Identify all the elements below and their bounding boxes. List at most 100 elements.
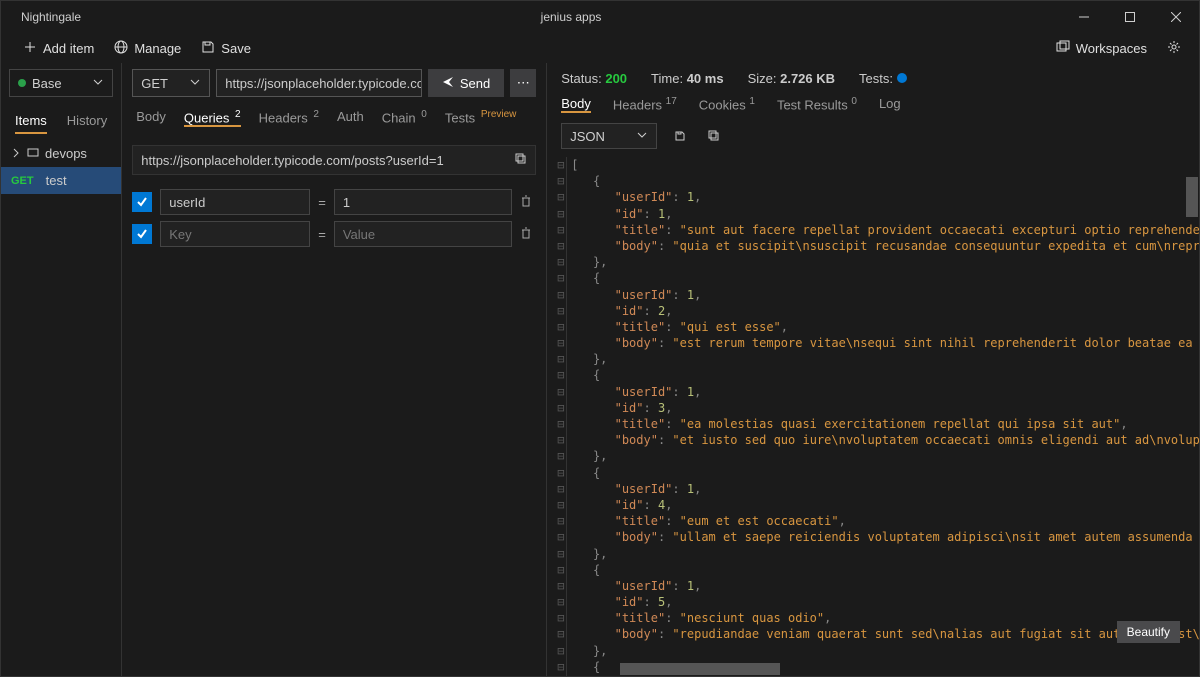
response-panel: Status: 200 Time: 40 ms Size: 2.726 KB T… bbox=[547, 63, 1199, 676]
copy-response-button[interactable] bbox=[703, 125, 725, 147]
param-value-input[interactable]: 1 bbox=[334, 189, 512, 215]
full-url-text: https://jsonplaceholder.typicode.com/pos… bbox=[141, 153, 443, 168]
tree-folder-devops[interactable]: devops bbox=[1, 140, 121, 167]
send-button[interactable]: Send bbox=[428, 69, 504, 97]
manage-button[interactable]: Manage bbox=[104, 34, 191, 62]
json-line: ⊟ "body": "ullam et saepe reiciendis vol… bbox=[557, 529, 1199, 545]
minimize-button[interactable] bbox=[1061, 1, 1107, 33]
json-line: ⊟ { bbox=[557, 173, 1199, 189]
save-label: Save bbox=[221, 41, 251, 56]
tab-tests[interactable]: Tests Preview bbox=[445, 109, 517, 127]
sidebar: Base Items History devops GET test bbox=[1, 63, 122, 676]
app-name: Nightingale bbox=[1, 10, 81, 24]
tab-auth[interactable]: Auth bbox=[337, 109, 364, 127]
horizontal-scrollbar[interactable] bbox=[620, 663, 1184, 675]
param-key-input[interactable]: Key bbox=[160, 221, 310, 247]
tab-chain[interactable]: Chain 0 bbox=[382, 109, 427, 127]
status-label: Status: 200 bbox=[561, 71, 627, 86]
json-line: ⊟ "title": "ea molestias quasi exercitat… bbox=[557, 416, 1199, 432]
json-line: ⊟ "id": 1, bbox=[557, 206, 1199, 222]
request-panel: GET https://jsonplaceholder.typicode.com… bbox=[122, 63, 547, 676]
save-response-button[interactable] bbox=[669, 125, 691, 147]
json-line: ⊟ { bbox=[557, 367, 1199, 383]
param-row: Key=Value bbox=[132, 221, 536, 247]
more-button[interactable]: ⋯ bbox=[510, 69, 536, 97]
tests-indicator-icon bbox=[897, 73, 907, 83]
environment-select[interactable]: Base bbox=[9, 69, 113, 97]
send-icon bbox=[442, 76, 454, 91]
add-item-label: Add item bbox=[43, 41, 94, 56]
tests-label: Tests: bbox=[859, 71, 907, 86]
json-line: ⊟ "id": 4, bbox=[557, 497, 1199, 513]
titlebar: Nightingale jenius apps bbox=[1, 1, 1199, 33]
format-label: JSON bbox=[570, 129, 605, 144]
json-line: ⊟ "id": 5, bbox=[557, 594, 1199, 610]
tab-response-body[interactable]: Body bbox=[561, 96, 591, 113]
workspaces-icon bbox=[1056, 40, 1070, 57]
tab-history[interactable]: History bbox=[67, 109, 107, 134]
json-line: ⊟ }, bbox=[557, 448, 1199, 464]
format-select[interactable]: JSON bbox=[561, 123, 657, 149]
workspaces-label: Workspaces bbox=[1076, 41, 1147, 56]
vertical-scrollbar[interactable] bbox=[1186, 175, 1198, 655]
toolbar: Add item Manage Save Workspaces bbox=[1, 33, 1199, 63]
json-line: ⊟ "body": "repudiandae veniam quaerat su… bbox=[557, 626, 1199, 642]
json-line: ⊟ "title": "qui est esse", bbox=[557, 319, 1199, 335]
tab-body[interactable]: Body bbox=[136, 109, 166, 127]
response-json-view[interactable]: ⊟[⊟ {⊟ "userId": 1,⊟ "id": 1,⊟ "title": … bbox=[547, 157, 1199, 676]
json-line: ⊟ "userId": 1, bbox=[557, 578, 1199, 594]
size-label: Size: 2.726 KB bbox=[748, 71, 835, 86]
request-method-tag: GET bbox=[11, 175, 34, 187]
settings-button[interactable] bbox=[1157, 34, 1191, 62]
json-line: ⊟ "title": "nesciunt quas odio", bbox=[557, 610, 1199, 626]
workspaces-button[interactable]: Workspaces bbox=[1046, 34, 1157, 62]
environment-label: Base bbox=[32, 76, 62, 91]
json-line: ⊟[ bbox=[557, 157, 1199, 173]
close-button[interactable] bbox=[1153, 1, 1199, 33]
full-url-display: https://jsonplaceholder.typicode.com/pos… bbox=[132, 145, 536, 175]
chevron-down-icon bbox=[636, 129, 648, 144]
json-line: ⊟ { bbox=[557, 562, 1199, 578]
tree-request-label: test bbox=[46, 173, 67, 188]
json-line: ⊟ "userId": 1, bbox=[557, 675, 1199, 676]
tab-queries[interactable]: Queries 2 bbox=[184, 109, 241, 127]
json-line: ⊟ "userId": 1, bbox=[557, 287, 1199, 303]
param-checkbox[interactable] bbox=[132, 192, 152, 212]
delete-param-button[interactable] bbox=[520, 227, 536, 242]
globe-icon bbox=[114, 40, 128, 57]
equals-icon: = bbox=[318, 195, 326, 210]
tab-log[interactable]: Log bbox=[879, 96, 901, 113]
copy-url-button[interactable] bbox=[515, 153, 527, 168]
http-method-select[interactable]: GET bbox=[132, 69, 210, 97]
param-value-input[interactable]: Value bbox=[334, 221, 512, 247]
tree-folder-label: devops bbox=[45, 146, 87, 161]
plus-icon bbox=[23, 40, 37, 57]
tab-response-headers[interactable]: Headers 17 bbox=[613, 96, 677, 113]
tab-test-results[interactable]: Test Results 0 bbox=[777, 96, 857, 113]
param-key-input[interactable]: userId bbox=[160, 189, 310, 215]
json-line: ⊟ "userId": 1, bbox=[557, 481, 1199, 497]
manage-label: Manage bbox=[134, 41, 181, 56]
chevron-right-icon bbox=[11, 146, 21, 161]
delete-param-button[interactable] bbox=[520, 195, 536, 210]
beautify-button[interactable]: Beautify bbox=[1117, 621, 1180, 643]
json-line: ⊟ }, bbox=[557, 546, 1199, 562]
save-button[interactable]: Save bbox=[191, 34, 261, 62]
json-line: ⊟ }, bbox=[557, 351, 1199, 367]
tab-response-cookies[interactable]: Cookies 1 bbox=[699, 96, 755, 113]
json-line: ⊟ { bbox=[557, 465, 1199, 481]
param-checkbox[interactable] bbox=[132, 224, 152, 244]
json-line: ⊟ "userId": 1, bbox=[557, 384, 1199, 400]
url-input[interactable]: https://jsonplaceholder.typicode.com/pos… bbox=[216, 69, 422, 97]
save-icon bbox=[201, 40, 215, 57]
add-item-button[interactable]: Add item bbox=[13, 34, 104, 62]
tab-headers[interactable]: Headers 2 bbox=[259, 109, 319, 127]
tab-items[interactable]: Items bbox=[15, 109, 47, 134]
maximize-button[interactable] bbox=[1107, 1, 1153, 33]
tree-request-test[interactable]: GET test bbox=[1, 167, 121, 194]
json-line: ⊟ "title": "eum et est occaecati", bbox=[557, 513, 1199, 529]
json-line: ⊟ "id": 3, bbox=[557, 400, 1199, 416]
http-method-label: GET bbox=[141, 76, 168, 91]
param-row: userId = 1 bbox=[132, 189, 536, 215]
json-line: ⊟ "title": "sunt aut facere repellat pro… bbox=[557, 222, 1199, 238]
